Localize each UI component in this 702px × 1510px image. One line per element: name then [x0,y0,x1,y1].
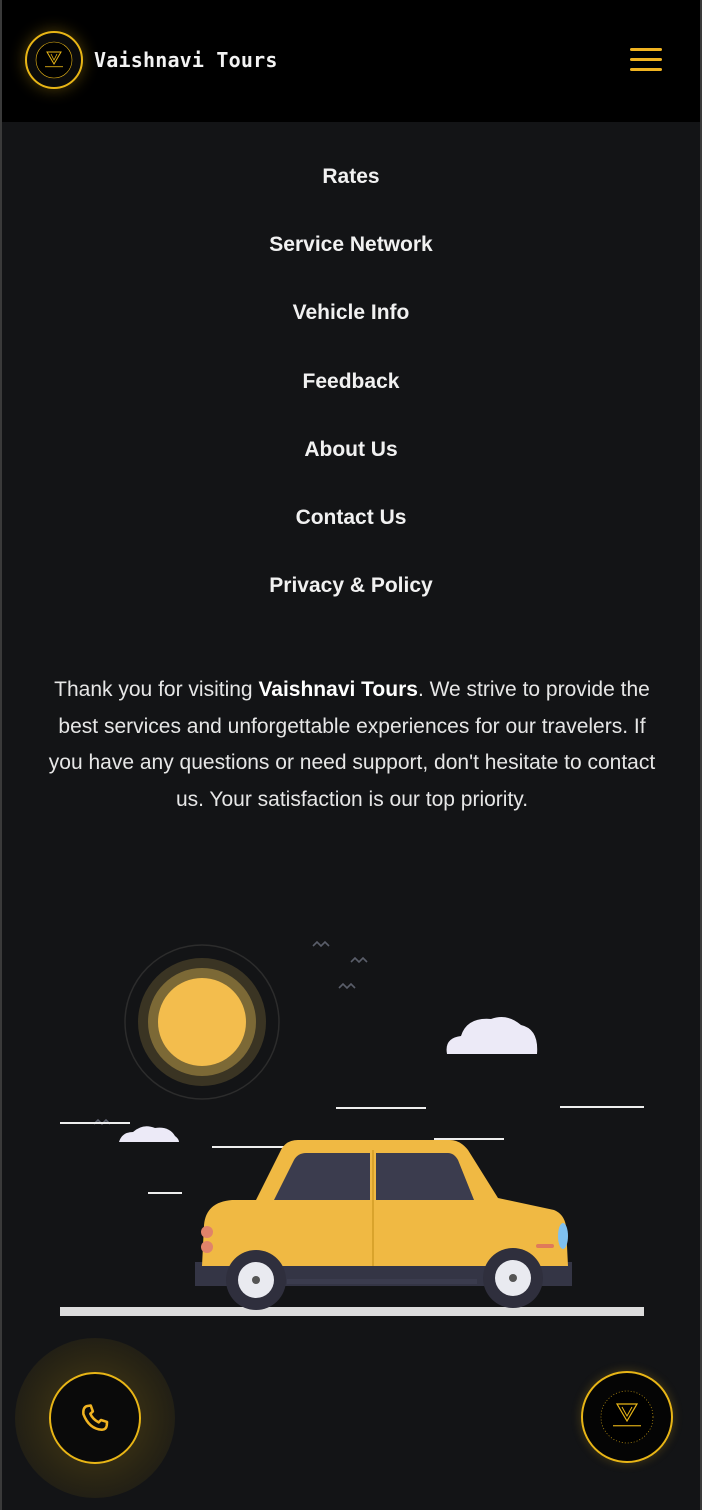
nav-item-privacy-policy[interactable]: Privacy & Policy [2,569,700,637]
nav-item-feedback[interactable]: Feedback [2,365,700,433]
logo-icon[interactable] [25,31,83,89]
hamburger-line [630,58,662,61]
nav-item-service-network[interactable]: Service Network [2,228,700,296]
thank-you-brand: Vaishnavi Tours [258,678,418,701]
v-monogram-icon [600,1390,654,1444]
thank-you-message: Thank you for visiting Vaishnavi Tours. … [42,672,662,819]
nav-item-about-us[interactable]: About Us [2,433,700,501]
hamburger-line [630,68,662,71]
page: Vaishnavi Tours Rates Service Network Ve… [0,0,702,1510]
wheel-icon [226,1250,286,1310]
phone-icon [82,1404,109,1432]
nav-menu: Rates Service Network Vehicle Info Feedb… [2,160,700,637]
hamburger-line [630,48,662,51]
taxi-car-icon [195,1140,572,1310]
thank-you-text-start: Thank you for visiting [54,678,259,701]
nav-item-rates[interactable]: Rates [2,160,700,228]
logo-button[interactable] [581,1371,673,1463]
call-button[interactable] [49,1372,141,1464]
sun-icon [124,944,280,1100]
site-header: Vaishnavi Tours [2,0,700,122]
brand-name[interactable]: Vaishnavi Tours [94,48,278,72]
nav-item-contact-us[interactable]: Contact Us [2,501,700,569]
taxi-illustration [60,940,644,1316]
road [60,1307,644,1316]
hamburger-menu-icon[interactable] [630,46,662,74]
nav-item-vehicle-info[interactable]: Vehicle Info [2,296,700,364]
wheel-icon [483,1248,543,1308]
v-monogram-icon [35,41,73,79]
